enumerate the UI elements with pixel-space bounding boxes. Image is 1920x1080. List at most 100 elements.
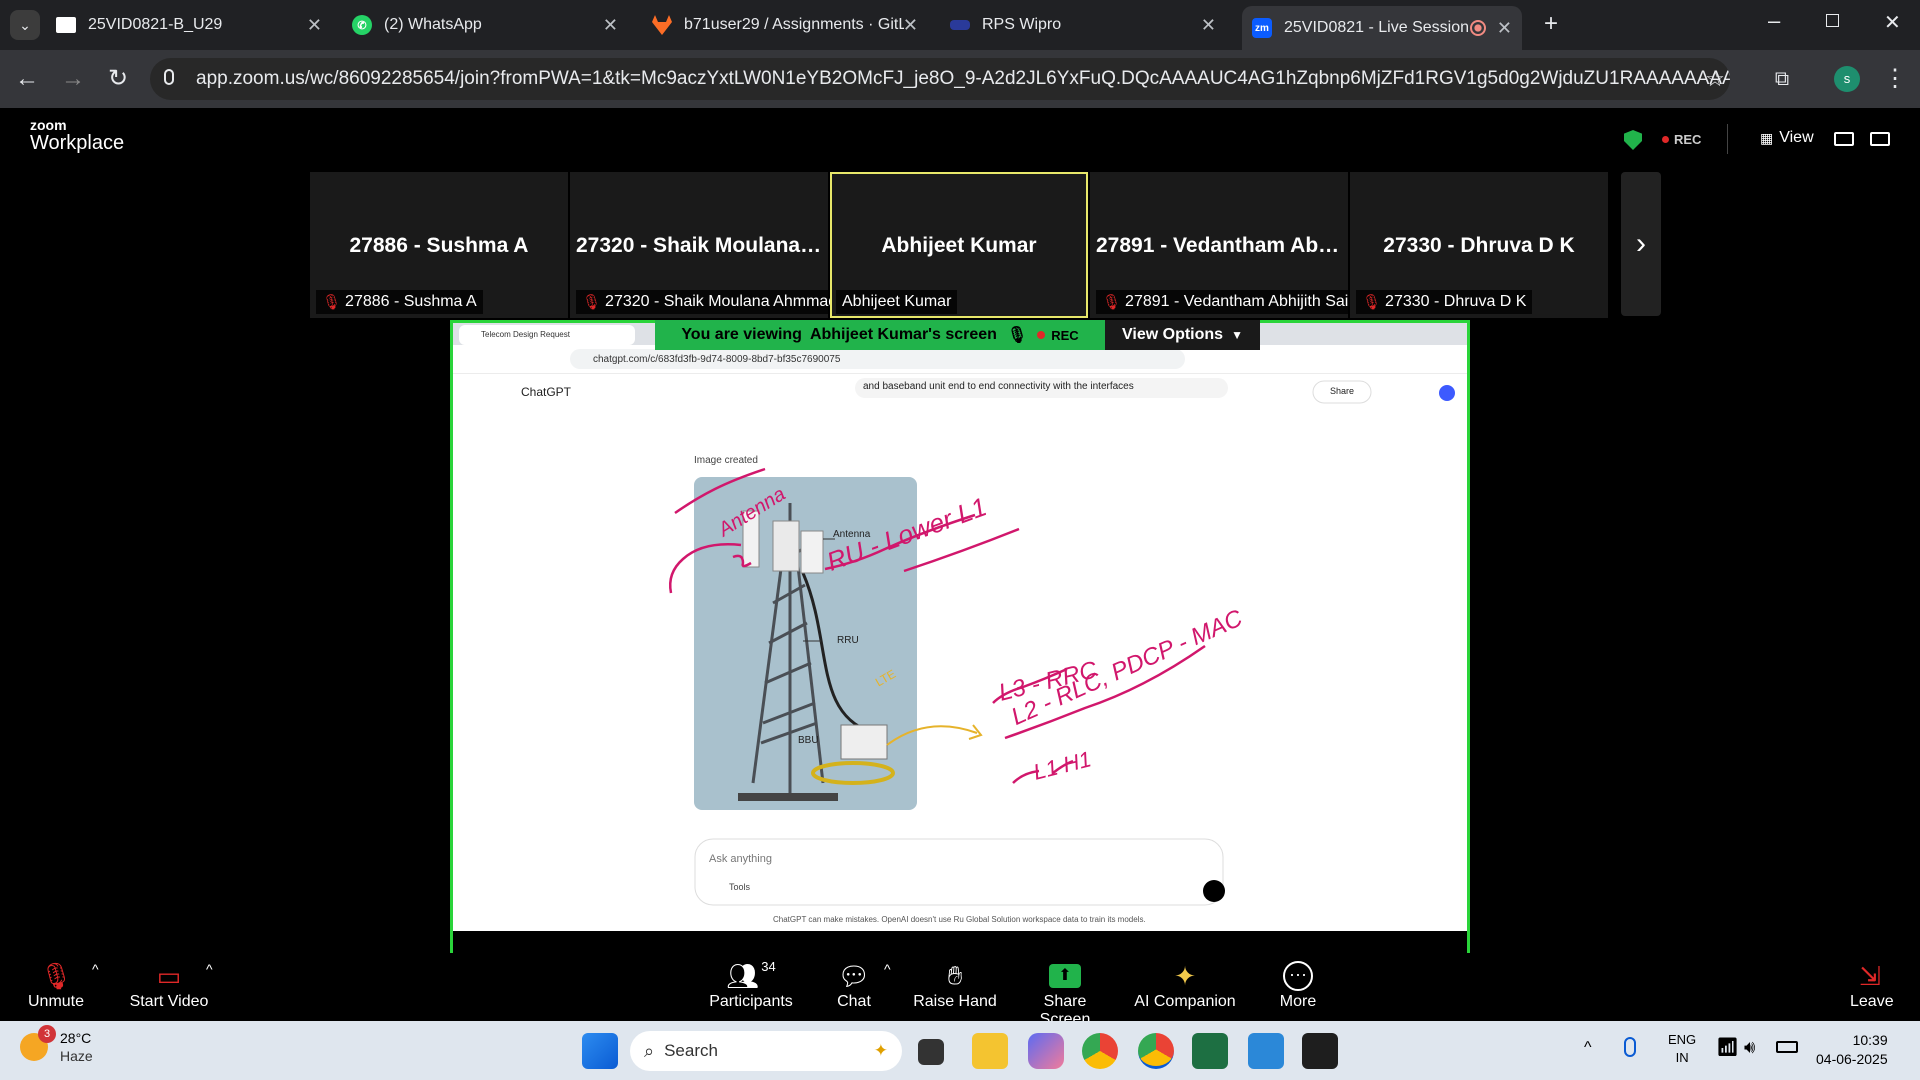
close-tab-icon[interactable]: ✕: [603, 15, 618, 36]
excel-icon[interactable]: [1192, 1033, 1228, 1069]
close-tab-icon[interactable]: ✕: [903, 15, 918, 36]
start-video-button[interactable]: ▭ Start Video: [124, 959, 214, 1011]
close-tab-icon[interactable]: ✕: [1201, 15, 1216, 36]
wifi-icon[interactable]: 📶︎: [1716, 1037, 1739, 1058]
chrome-profile-icon[interactable]: [1138, 1033, 1174, 1069]
tray-chevron-icon[interactable]: ^: [1584, 1039, 1592, 1057]
raise-hand-button[interactable]: ✋︎ Raise Hand: [912, 959, 998, 1011]
browser-menu-icon[interactable]: ⋮: [1880, 64, 1910, 94]
leave-icon: ⇲: [1859, 960, 1881, 991]
battery-icon[interactable]: [1776, 1041, 1798, 1053]
taskbar-search[interactable]: ⌕ Search ✦: [630, 1031, 902, 1071]
participant-label: 🎙︎ 27886 - Sushma A: [316, 290, 483, 314]
bookmark-star-icon[interactable]: ☆: [1700, 64, 1730, 94]
participant-tile[interactable]: 27330 - Dhruva D K 🎙︎ 27330 - Dhruva D K: [1350, 172, 1608, 318]
browser-tab-bar: ⌄ 25VID0821-B_U29 ✕ ✆ (2) WhatsApp ✕ b71…: [0, 0, 1920, 50]
task-view-icon[interactable]: [918, 1039, 944, 1065]
ask-anything-input: Ask anything: [709, 853, 772, 865]
browser-tab[interactable]: ✆ (2) WhatsApp ✕: [352, 6, 628, 44]
grid-icon: ▦: [1760, 129, 1774, 146]
url-field[interactable]: app.zoom.us/wc/86092285654/join?fromPWA=…: [150, 58, 1730, 100]
search-icon: ⌕: [644, 1040, 655, 1061]
zoom-logo: zoom Workplace: [30, 117, 125, 154]
mic-muted-icon: 🎙︎: [39, 960, 73, 991]
browser-tab[interactable]: 25VID0821-B_U29 ✕: [56, 6, 332, 44]
minimize-icon[interactable]: –: [1768, 8, 1780, 34]
picture-in-picture-icon[interactable]: [1834, 132, 1854, 146]
weather-badge: 3: [38, 1025, 56, 1043]
sparkle-icon: ✦: [873, 1041, 888, 1060]
new-tab-icon[interactable]: +: [1544, 10, 1558, 38]
extensions-icon[interactable]: ⧉: [1767, 64, 1797, 94]
video-off-icon: ▭: [156, 960, 182, 991]
chat-options-caret[interactable]: ^: [884, 961, 891, 977]
view-options-button[interactable]: View Options ▼: [1105, 320, 1260, 350]
shared-app-title: ChatGPT: [521, 385, 572, 399]
whatsapp-icon: ✆: [352, 15, 372, 35]
participant-tile-active-speaker[interactable]: Abhijeet Kumar Abhijeet Kumar: [830, 172, 1088, 318]
leave-button[interactable]: ⇲ Leave: [1850, 959, 1894, 1011]
share-screen-button[interactable]: ⬆ Share Screen: [1018, 959, 1112, 1029]
security-shield-icon[interactable]: [1624, 130, 1642, 150]
image-created-label: Image created: [694, 455, 758, 466]
recording-icon: [1470, 20, 1486, 36]
participant-tile[interactable]: 27891 - Vedantham Abh... 🎙︎ 27891 - Vedan…: [1090, 172, 1355, 318]
close-tab-icon[interactable]: ✕: [307, 15, 322, 36]
audio-options-caret[interactable]: ^: [92, 961, 99, 977]
chat-button[interactable]: 💬︎ Chat: [826, 959, 882, 1011]
mic-muted-icon: 🎙︎: [1102, 294, 1122, 311]
chevron-down-icon: ▼: [1231, 328, 1243, 342]
file-explorer-icon[interactable]: [972, 1033, 1008, 1069]
back-icon[interactable]: ←: [12, 64, 42, 94]
windows-start-icon[interactable]: [582, 1033, 618, 1069]
tab-search-button[interactable]: ⌄: [10, 10, 40, 40]
windows-taskbar: 3 28°C Haze ⌕ Search ✦ ^ ENG IN 📶︎ 🔊︎ 10…: [0, 1021, 1920, 1080]
reload-icon[interactable]: ↻: [103, 64, 133, 94]
browser-tab-active[interactable]: zm 25VID0821 - Live Session ✕: [1242, 6, 1522, 50]
chrome-icon[interactable]: [1082, 1033, 1118, 1069]
shared-screen-content: [453, 323, 1467, 953]
next-page-button[interactable]: ›: [1621, 172, 1661, 316]
participants-button[interactable]: 👥︎ 34 Participants: [704, 959, 798, 1011]
zoom-header: zoom Workplace REC ▦ View: [0, 108, 1920, 172]
participant-label: 🎙︎ 27891 - Vedantham Abhijith Sai: [1096, 290, 1355, 314]
divider: [1727, 124, 1728, 154]
share-screen-icon: ⬆: [1049, 964, 1081, 988]
microphone-tray-icon[interactable]: [1624, 1037, 1636, 1057]
recording-indicator[interactable]: REC: [1662, 132, 1701, 147]
clock[interactable]: 10:39 04-06-2025: [1816, 1031, 1888, 1069]
video-options-caret[interactable]: ^: [206, 961, 213, 977]
popout-icon[interactable]: [1870, 132, 1890, 146]
close-window-icon[interactable]: ✕: [1884, 10, 1901, 35]
browser-tab[interactable]: RPS Wipro ✕: [950, 6, 1226, 44]
sparkle-icon: ✦: [1174, 960, 1196, 991]
unmute-button[interactable]: 🎙︎ Unmute: [20, 959, 92, 1011]
weather-widget[interactable]: 3 28°C Haze: [20, 1025, 93, 1065]
photos-icon[interactable]: [1248, 1033, 1284, 1069]
rec-dot-icon: [1037, 331, 1046, 339]
close-tab-icon[interactable]: ✕: [1497, 18, 1512, 39]
profile-avatar[interactable]: s: [1834, 66, 1860, 92]
microphone-icon[interactable]: [164, 69, 174, 85]
view-button[interactable]: ▦ View: [1760, 129, 1814, 147]
shared-screen: Telecom Design Request chatgpt.com/c/683…: [450, 320, 1470, 956]
participant-tile[interactable]: 27886 - Sushma A 🎙︎ 27886 - Sushma A: [310, 172, 568, 318]
more-button[interactable]: ··· More: [1270, 959, 1326, 1011]
participant-label: 🎙︎ 27330 - Dhruva D K: [1356, 290, 1533, 314]
restore-icon[interactable]: [1826, 14, 1839, 27]
bbu-label: BBU: [798, 735, 819, 746]
participant-label: 🎙︎ 27320 - Shaik Moulana Ahmmad: [576, 290, 844, 314]
volume-icon[interactable]: 🔊︎: [1744, 1037, 1755, 1058]
participant-tile[interactable]: 27320 - Shaik Moulana ... 🎙︎ 27320 - Shai…: [570, 172, 844, 318]
terminal-icon[interactable]: [1302, 1033, 1338, 1069]
gitlab-icon: [652, 15, 672, 35]
forward-icon[interactable]: →: [58, 64, 88, 94]
language-indicator[interactable]: ENG IN: [1668, 1031, 1696, 1067]
viewing-banner: You are viewing Abhijeet Kumar's screen …: [655, 320, 1105, 350]
browser-tab[interactable]: b71user29 / Assignments · GitLa ✕: [652, 6, 928, 44]
rec-dot-icon: [1662, 136, 1669, 143]
participants-icon: 👥︎: [726, 960, 760, 991]
ai-companion-button[interactable]: ✦ AI Companion: [1134, 959, 1236, 1011]
copilot-icon[interactable]: [1028, 1033, 1064, 1069]
address-bar-row: ← → ↻ app.zoom.us/wc/86092285654/join?fr…: [0, 50, 1920, 108]
